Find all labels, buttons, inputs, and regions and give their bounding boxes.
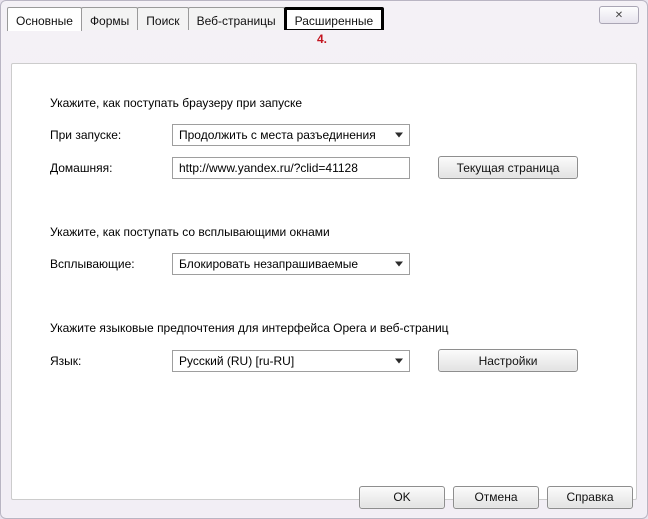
section-startup: Укажите, как поступать браузеру при запу… [50,96,608,179]
dialog-footer: OK Отмена Справка [1,476,647,518]
row-home: Домашняя: Текущая страница [50,156,608,179]
select-value: Блокировать незапрашиваемые [179,257,358,271]
row-onstart: При запуске: Продолжить с места разъедин… [50,124,608,146]
tab-container: Основные Формы Поиск Веб-страницы Расшир… [1,29,647,519]
language-settings-button[interactable]: Настройки [438,349,578,372]
home-label: Домашняя: [50,161,172,175]
chevron-down-icon [395,133,403,138]
tab-forms[interactable]: Формы [81,7,138,30]
button-label: Настройки [479,354,538,368]
language-heading: Укажите языковые предпочтения для интерф… [50,321,608,335]
tab-main[interactable]: Основные [7,7,82,31]
button-label: Справка [566,490,613,504]
popups-label: Всплывающие: [50,257,172,271]
button-label: OK [393,490,410,504]
tab-advanced[interactable]: Расширенные [284,7,385,30]
select-value: Русский (RU) [ru-RU] [179,354,294,368]
onstart-label: При запуске: [50,128,172,142]
tab-label: Поиск [146,14,179,28]
ok-button[interactable]: OK [359,486,445,509]
chevron-down-icon [395,262,403,267]
tab-bar: Основные Формы Поиск Веб-страницы Расшир… [7,7,383,30]
language-select[interactable]: Русский (RU) [ru-RU] [172,350,410,372]
row-popups: Всплывающие: Блокировать незапрашиваемые [50,253,608,275]
button-label: Текущая страница [457,161,560,175]
tab-search[interactable]: Поиск [137,7,188,30]
home-url-input[interactable] [172,157,410,179]
language-label: Язык: [50,354,172,368]
onstart-select[interactable]: Продолжить с места разъединения [172,124,410,146]
tab-label: Формы [90,14,129,28]
select-value: Продолжить с места разъединения [179,128,376,142]
popups-heading: Укажите, как поступать со всплывающими о… [50,225,608,239]
startup-heading: Укажите, как поступать браузеру при запу… [50,96,608,110]
row-language: Язык: Русский (RU) [ru-RU] Настройки [50,349,608,372]
chevron-down-icon [395,358,403,363]
tab-label: Основные [16,14,73,28]
settings-dialog: Настройки ✕ Основные Формы Поиск Веб-стр… [0,0,648,519]
tab-webpages[interactable]: Веб-страницы [188,7,285,30]
tab-label: Веб-страницы [197,14,276,28]
panel-main: Укажите, как поступать браузеру при запу… [22,74,626,489]
tab-label: Расширенные [295,14,374,28]
section-popups: Укажите, как поступать со всплывающими о… [50,225,608,275]
help-button[interactable]: Справка [547,486,633,509]
cancel-button[interactable]: Отмена [453,486,539,509]
popups-select[interactable]: Блокировать незапрашиваемые [172,253,410,275]
close-icon: ✕ [615,10,623,21]
section-language: Укажите языковые предпочтения для интерф… [50,321,608,372]
close-button[interactable]: ✕ [599,6,639,24]
annotation-4: 4. [317,32,327,46]
tab-panel: Укажите, как поступать браузеру при запу… [11,63,637,500]
current-page-button[interactable]: Текущая страница [438,156,578,179]
button-label: Отмена [474,490,517,504]
